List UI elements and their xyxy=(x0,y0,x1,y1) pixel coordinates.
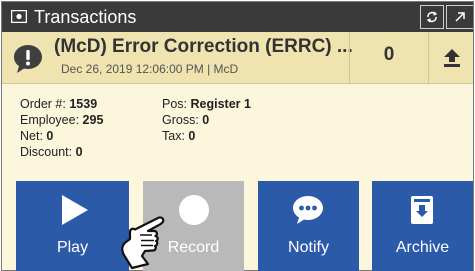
chat-bubble-icon xyxy=(293,196,323,224)
expand-arrow-icon xyxy=(455,12,465,22)
notify-label: Notify xyxy=(288,239,329,256)
discount-row: Discount: 0 xyxy=(20,145,83,159)
refresh-button[interactable] xyxy=(420,5,444,29)
archive-button[interactable]: Archive xyxy=(372,181,473,271)
pos-row: Pos: Register 1 xyxy=(162,97,251,111)
tax-row: Tax: 0 xyxy=(162,129,196,143)
play-icon xyxy=(62,195,88,225)
pos-value: Register 1 xyxy=(190,97,251,111)
play-label: Play xyxy=(56,239,89,256)
expand-button[interactable] xyxy=(446,5,473,29)
employee-id: 295 xyxy=(82,113,104,127)
count-box: 0 xyxy=(349,32,429,83)
transaction-header[interactable]: (McD) Error Correction (ERRC) ... Dec 26… xyxy=(2,32,473,84)
transaction-title: (McD) Error Correction (ERRC) ... xyxy=(54,36,353,57)
hand-pointer-icon xyxy=(121,216,165,270)
net-row: Net: 0 xyxy=(20,129,54,143)
gross-value: 0 xyxy=(202,113,210,127)
tax-value: 0 xyxy=(188,129,196,143)
alert-chat-icon xyxy=(14,45,42,73)
discount-value: 0 xyxy=(75,145,83,159)
archive-label: Archive xyxy=(395,239,450,256)
gross-row: Gross: 0 xyxy=(162,113,210,127)
transaction-subtitle: Dec 26, 2019 12:06:00 PM | McD xyxy=(61,62,239,76)
employee-row: Employee: 295 xyxy=(20,113,104,127)
order-row: Order #: 1539 xyxy=(20,97,98,111)
archive-icon xyxy=(411,196,433,224)
transaction-count: 0 xyxy=(383,44,395,65)
upload-icon[interactable] xyxy=(443,48,461,68)
refresh-icon xyxy=(426,11,438,23)
money-icon xyxy=(11,10,27,23)
net-value: 0 xyxy=(46,129,54,143)
order-number: 1539 xyxy=(69,97,98,111)
play-button[interactable]: Play xyxy=(16,181,129,271)
window-title: Transactions xyxy=(34,7,137,27)
transactions-panel: Transactions (McD) Error Correction (ERR… xyxy=(1,1,474,271)
record-icon xyxy=(179,195,209,225)
action-bar: Play Record Notify Archive xyxy=(2,181,473,271)
title-bar: Transactions xyxy=(2,2,473,32)
notify-button[interactable]: Notify xyxy=(258,181,359,271)
